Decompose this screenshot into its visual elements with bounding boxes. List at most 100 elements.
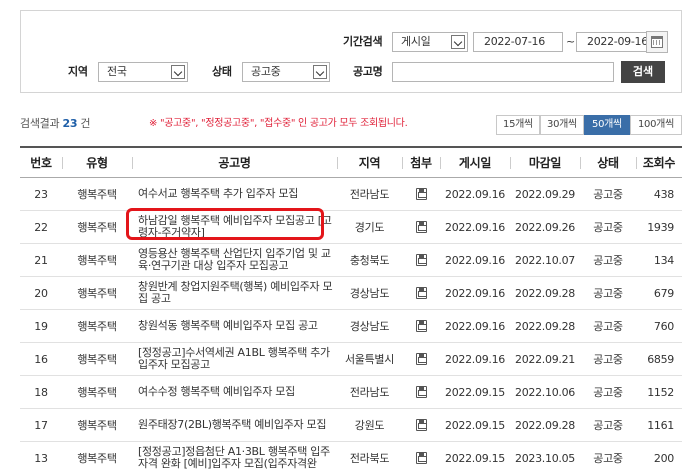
- row-posted-date: 2022.09.15: [445, 418, 505, 432]
- row-views: 6859: [647, 352, 674, 366]
- row-deadline: 2023.10.05: [515, 451, 575, 465]
- row-deadline: 2022.10.07: [515, 253, 575, 267]
- row-views: 679: [653, 286, 674, 300]
- attachment-cell: [402, 244, 440, 276]
- table-row[interactable]: 21 행복주택 영등용산 행복주택 산업단지 입주기업 및 교육·연구기관 대상 입…: [20, 244, 682, 277]
- row-deadline: 2022.09.28: [515, 286, 575, 300]
- result-number: 23: [62, 117, 78, 130]
- pagesize-30-button[interactable]: 30개씩: [540, 115, 584, 135]
- attachment-cell: [402, 343, 440, 375]
- row-status: 공고중: [593, 287, 623, 300]
- row-views: 1161: [647, 418, 674, 432]
- row-posted-date: 2022.09.15: [445, 385, 505, 399]
- attachment-icon[interactable]: [415, 254, 427, 266]
- row-number: 17: [34, 418, 48, 432]
- region-value: 전국: [107, 65, 127, 78]
- row-region: 경기도: [354, 221, 385, 234]
- row-type: 행복주택: [77, 386, 117, 399]
- attachment-icon[interactable]: [415, 419, 427, 431]
- header-attachment[interactable]: 첨부: [402, 148, 440, 177]
- header-region[interactable]: 지역: [337, 148, 402, 177]
- row-type: 행복주택: [77, 320, 117, 333]
- status-select[interactable]: 공고중: [242, 62, 330, 82]
- row-views: 1152: [647, 385, 674, 399]
- row-number: 16: [34, 352, 48, 366]
- row-status: 공고중: [593, 353, 623, 366]
- row-region: 경상남도: [349, 287, 390, 300]
- table-row[interactable]: 16 행복주택 [정정공고]수서역세권 A1BL 행복주택 추가입주자 모집공고 서울…: [20, 343, 682, 376]
- row-title-link[interactable]: [정정공고]수서역세권 A1BL 행복주택 추가입주자 모집공고: [132, 343, 337, 375]
- attachment-icon[interactable]: [415, 452, 427, 464]
- row-region: 전라남도: [349, 386, 390, 399]
- header-deadline[interactable]: 마감일: [510, 148, 580, 177]
- row-number: 20: [34, 286, 48, 300]
- date-type-select[interactable]: 게시일: [392, 32, 468, 52]
- calendar-button[interactable]: [646, 31, 668, 53]
- notice-name-input[interactable]: [392, 62, 614, 82]
- result-count: 검색결과 23 건: [20, 117, 91, 131]
- row-status: 공고중: [593, 188, 623, 201]
- row-status: 공고중: [593, 254, 623, 267]
- attachment-icon[interactable]: [415, 221, 427, 233]
- row-number: 21: [34, 253, 48, 267]
- row-title-link[interactable]: 하남감일 행복주택 예비입주자 모집공고 [고령자-주거약자]: [132, 211, 337, 243]
- result-suffix: 건: [80, 117, 91, 130]
- table-row[interactable]: 23 행복주택 여수서교 행복주택 추가 입주자 모집 전라남도 2022.09.16 2…: [20, 178, 682, 211]
- row-posted-date: 2022.09.15: [445, 451, 505, 465]
- header-no[interactable]: 번호: [20, 148, 62, 177]
- row-status: 공고중: [593, 221, 623, 234]
- attachment-icon[interactable]: [415, 353, 427, 365]
- header-posted[interactable]: 게시일: [440, 148, 510, 177]
- row-title-link[interactable]: 창원석동 행복주택 예비입주자 모집 공고: [132, 310, 337, 342]
- row-title-link[interactable]: 창원반계 창업지원주택(행복) 예비입주자 모집 공고: [132, 277, 337, 309]
- row-title-link[interactable]: 여수수정 행복주택 예비입주자 모집: [132, 376, 337, 408]
- row-region: 충청북도: [349, 254, 390, 267]
- attachment-icon[interactable]: [415, 386, 427, 398]
- attachment-icon[interactable]: [415, 320, 427, 332]
- row-status: 공고중: [593, 419, 623, 432]
- row-type: 행복주택: [77, 221, 117, 234]
- row-posted-date: 2022.09.16: [445, 319, 505, 333]
- attachment-cell: [402, 409, 440, 441]
- row-posted-date: 2022.09.16: [445, 352, 505, 366]
- header-status[interactable]: 상태: [580, 148, 636, 177]
- status-label: 상태: [212, 65, 232, 78]
- row-type: 행복주택: [77, 452, 117, 465]
- row-title-link[interactable]: 영등용산 행복주택 산업단지 입주기업 및 교육·연구기관 대상 입주자 모집공…: [132, 244, 337, 276]
- table-row[interactable]: 19 행복주택 창원석동 행복주택 예비입주자 모집 공고 경상남도 2022.09.1…: [20, 310, 682, 343]
- row-deadline: 2022.09.29: [515, 187, 575, 201]
- table-row[interactable]: 13 행복주택 [정정공고]정읍첨단 A1·3BL 행복주택 입주자격 완화 [예비…: [20, 442, 682, 474]
- table-body: 23 행복주택 여수서교 행복주택 추가 입주자 모집 전라남도 2022.09.16 2…: [20, 178, 682, 474]
- chevron-down-icon: [171, 65, 185, 79]
- region-select[interactable]: 전국: [98, 62, 188, 82]
- table-row[interactable]: 17 행복주택 원주태장7(2BL)행복주택 예비입주자 모집 강원도 2022.09.…: [20, 409, 682, 442]
- row-posted-date: 2022.09.16: [445, 253, 505, 267]
- attachment-icon[interactable]: [415, 188, 427, 200]
- row-posted-date: 2022.09.16: [445, 286, 505, 300]
- table-row[interactable]: 22 행복주택 하남감일 행복주택 예비입주자 모집공고 [고령자-주거약자] 경기도…: [20, 211, 682, 244]
- search-button[interactable]: 검색: [621, 61, 665, 83]
- period-label: 기간검색: [343, 35, 383, 48]
- date-from-input[interactable]: 2022-07-16: [473, 32, 563, 52]
- row-status: 공고중: [593, 386, 623, 399]
- row-title-link[interactable]: 원주태장7(2BL)행복주택 예비입주자 모집: [132, 409, 337, 441]
- header-views[interactable]: 조회수: [636, 148, 682, 177]
- pagesize-50-button[interactable]: 50개씩: [584, 115, 630, 135]
- header-title[interactable]: 공고명: [132, 148, 337, 177]
- row-deadline: 2022.09.26: [515, 220, 575, 234]
- attachment-cell: [402, 376, 440, 408]
- pagesize-15-button[interactable]: 15개씩: [496, 115, 540, 135]
- row-region: 경상남도: [349, 320, 390, 333]
- row-title-link[interactable]: 여수서교 행복주택 추가 입주자 모집: [132, 178, 337, 210]
- row-number: 19: [34, 319, 48, 333]
- row-title-link[interactable]: [정정공고]정읍첨단 A1·3BL 행복주택 입주자격 완화 [예비]입주자 모…: [132, 442, 337, 474]
- attachment-icon[interactable]: [415, 287, 427, 299]
- pagesize-100-button[interactable]: 100개씩: [630, 115, 682, 135]
- table-row[interactable]: 18 행복주택 여수수정 행복주택 예비입주자 모집 전라남도 2022.09.15 20…: [20, 376, 682, 409]
- date-separator: ~: [566, 35, 575, 48]
- table-row[interactable]: 20 행복주택 창원반계 창업지원주택(행복) 예비입주자 모집 공고 경상남도 202…: [20, 277, 682, 310]
- header-type[interactable]: 유형: [62, 148, 132, 177]
- calendar-icon: [651, 36, 663, 48]
- attachment-cell: [402, 211, 440, 243]
- attachment-cell: [402, 442, 440, 474]
